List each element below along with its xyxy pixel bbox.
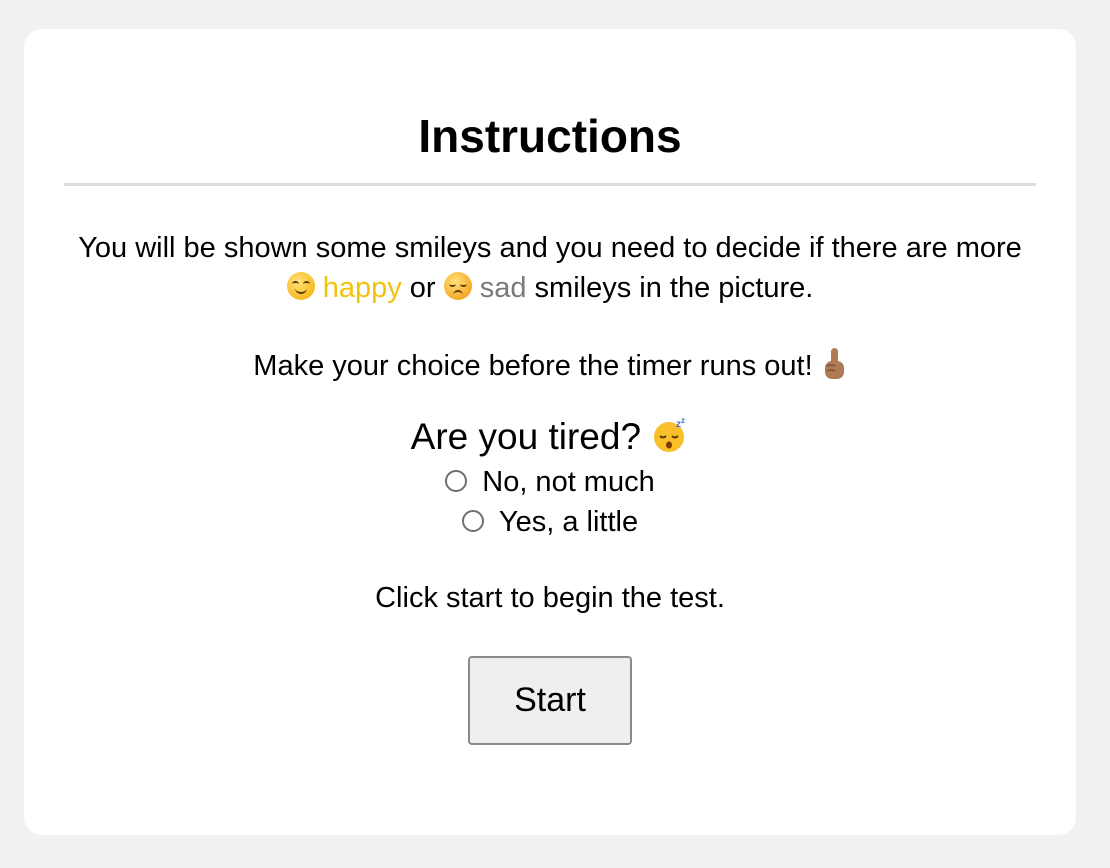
tired-question-text: Are you tired? — [410, 416, 642, 457]
sleeping-face-icon: z z — [654, 416, 685, 452]
instructions-text: You will be shown some smileys and you n… — [64, 228, 1036, 308]
sad-face-icon — [443, 272, 472, 300]
page-title: Instructions — [418, 110, 682, 162]
option-yes-a-little[interactable]: Yes, a little — [64, 502, 1036, 542]
timer-instruction-text: Make your choice before the timer runs o… — [253, 350, 813, 382]
smiling-face-icon — [286, 272, 315, 300]
start-button[interactable]: Start — [468, 656, 632, 745]
option-no-not-much-label: No, not much — [482, 466, 655, 498]
start-prompt: Click start to begin the test. — [375, 582, 725, 614]
option-no-not-much[interactable]: No, not much — [64, 462, 1036, 502]
instructions-text-end: smileys in the picture. — [534, 272, 814, 304]
timer-instruction: Make your choice before the timer runs o… — [64, 346, 1036, 386]
tired-options: No, not much Yes, a little — [64, 462, 1036, 542]
title-divider — [64, 183, 1036, 186]
tired-question: Are you tired? z z — [64, 415, 1036, 459]
happy-word: happy — [322, 272, 402, 304]
svg-text:z: z — [681, 416, 685, 425]
instructions-text-start: You will be shown some smileys and you n… — [78, 232, 1022, 264]
or-word: or — [409, 272, 436, 304]
pointing-up-icon — [824, 348, 844, 379]
instructions-card: Instructions You will be shown some smil… — [24, 29, 1076, 835]
radio-no-not-much[interactable] — [445, 470, 468, 492]
radio-yes-a-little[interactable] — [461, 510, 484, 532]
sad-word: sad — [479, 272, 527, 304]
option-yes-a-little-label: Yes, a little — [498, 506, 639, 538]
